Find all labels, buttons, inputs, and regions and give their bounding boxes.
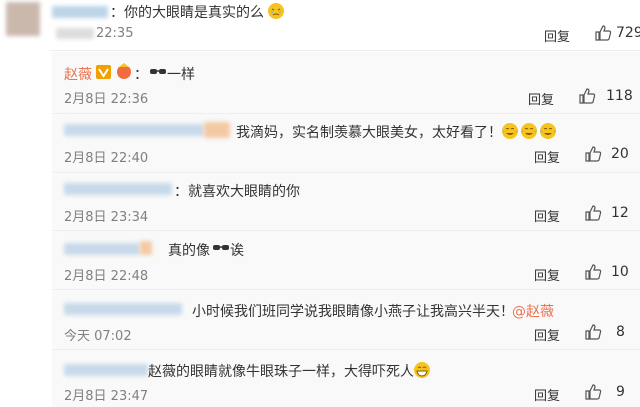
like-count: 9: [616, 384, 625, 400]
thumbs-up-icon[interactable]: [584, 204, 602, 222]
blurred-username[interactable]: [64, 243, 140, 255]
reply-button[interactable]: 回复: [528, 89, 554, 108]
reply-time: 今天 07:02: [64, 329, 132, 344]
thumbs-up-icon[interactable]: [584, 383, 602, 401]
reply-time: 2月8日 22:36: [64, 92, 149, 107]
reply-button[interactable]: 回复: [534, 265, 560, 284]
thumbs-up-icon[interactable]: [578, 87, 596, 105]
blurred-username[interactable]: [52, 6, 108, 18]
sunglasses-emoji: [213, 245, 229, 250]
reply-time: 2月8日 23:47: [64, 389, 149, 404]
blurred-badge: [140, 241, 152, 255]
reply-text-tail: 一样: [167, 67, 195, 83]
level-badge-icon: [117, 63, 131, 79]
blurred-username[interactable]: [64, 364, 148, 376]
sunglasses-emoji: [150, 69, 166, 74]
reply-button[interactable]: 回复: [534, 385, 560, 404]
reply-button[interactable]: 回复: [544, 26, 570, 45]
like-count: 118: [606, 88, 633, 104]
reply-button[interactable]: 回复: [534, 325, 560, 344]
comment-time: 22:35: [96, 26, 134, 41]
reply-username[interactable]: 赵薇: [64, 64, 92, 84]
like-count: 12: [611, 205, 629, 221]
reply-time: 2月8日 23:34: [64, 210, 149, 225]
blurred-username[interactable]: [64, 303, 182, 315]
thumbs-up-icon[interactable]: [584, 323, 602, 341]
thumbs-up-icon[interactable]: [584, 263, 602, 281]
reply-text: 我滴妈，实名制羡慕大眼美女，太好看了！: [236, 125, 502, 141]
crying-emoji: [266, 2, 285, 21]
reply-text: 赵薇的眼睛就像牛眼珠子一样，大得吓死人: [148, 364, 414, 380]
like-count: 8: [616, 324, 625, 340]
like-count: 20: [611, 146, 629, 162]
reply-text-tail: 诶: [230, 243, 244, 259]
thumbs-up-icon[interactable]: [584, 145, 602, 163]
reply-text: 小时候我们班同学说我眼睛像小燕子让我高兴半天！: [192, 304, 514, 320]
reply-button[interactable]: 回复: [534, 206, 560, 225]
verified-badge-icon: [96, 65, 111, 79]
grin-emoji: [412, 361, 431, 380]
thumbs-up-icon[interactable]: [594, 24, 612, 42]
reply-text: 真的像: [168, 243, 210, 259]
reply-text: ：就喜欢大眼睛的你: [174, 184, 300, 200]
blurred-badge: [204, 122, 230, 138]
reply-button[interactable]: 回复: [534, 147, 560, 166]
like-count: 729: [616, 25, 640, 41]
like-count: 10: [611, 264, 629, 280]
reply-time: 2月8日 22:40: [64, 151, 149, 166]
comment-text: ：你的大眼睛是真实的么: [110, 5, 264, 21]
blurred-username[interactable]: [64, 124, 204, 136]
reply-text: ：: [134, 67, 148, 83]
blurred-date: [56, 28, 94, 39]
blurred-username[interactable]: [64, 183, 172, 195]
reply-time: 2月8日 22:48: [64, 269, 149, 284]
avatar[interactable]: [6, 2, 40, 36]
mention-link[interactable]: @赵薇: [512, 301, 554, 321]
crying-laughing-emoji: [500, 122, 557, 141]
